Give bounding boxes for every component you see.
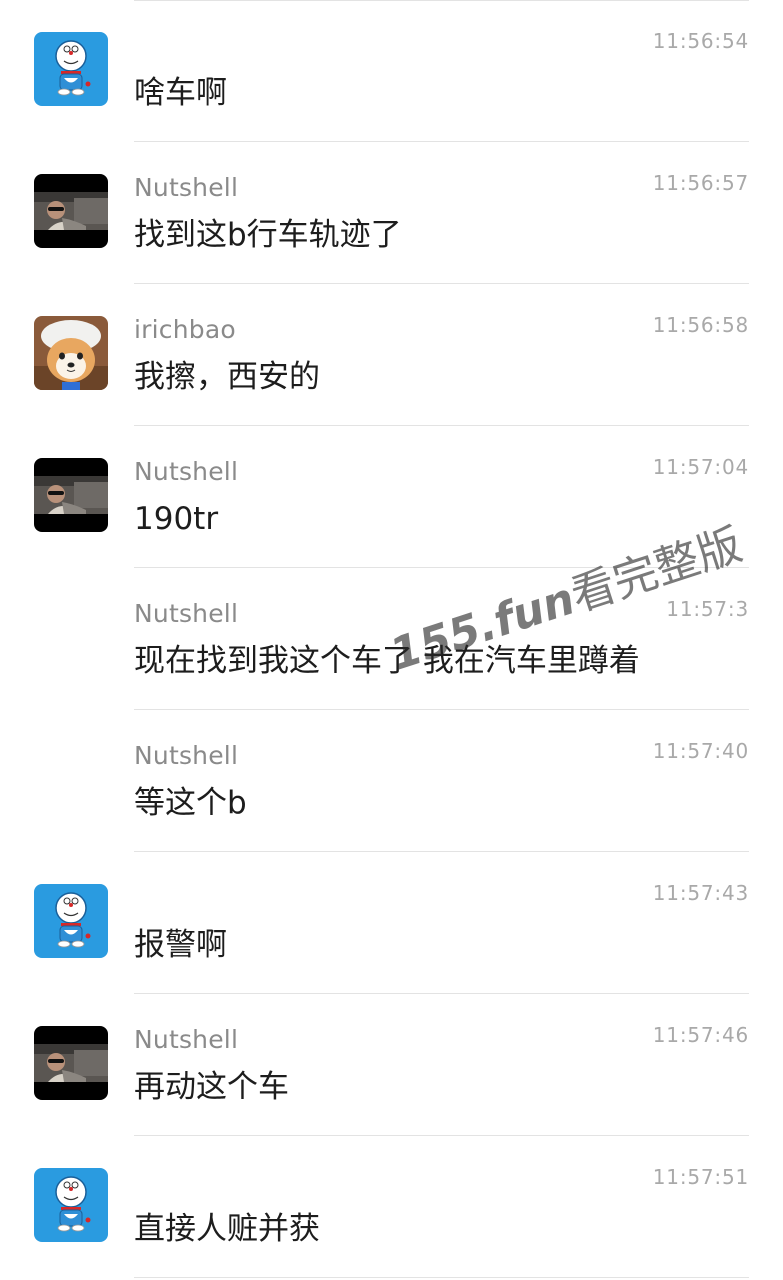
doraemon-avatar[interactable] (34, 884, 108, 958)
message-text: 再动这个车 (134, 1069, 289, 1105)
message-time: 11:57:40 (652, 739, 749, 763)
message-divider (134, 1277, 749, 1278)
message-time: 11:57:43 (652, 881, 749, 905)
doraemon-avatar[interactable] (34, 32, 108, 106)
message-text: 我擦，西安的 (134, 359, 320, 395)
chat-message[interactable]: irichbao 11:56:58 我擦，西安的 (0, 284, 783, 426)
sender-name: Nutshell (134, 1025, 239, 1054)
sunglasses-man-avatar[interactable] (34, 1026, 108, 1100)
chat-message[interactable]: 11:57:43 报警啊 (0, 852, 783, 994)
message-text: 直接人赃并获 (134, 1211, 320, 1247)
message-text: 等这个b (134, 785, 247, 821)
chat-message[interactable]: Nutshell 11:57:40 等这个b (0, 710, 783, 852)
chat-message[interactable]: Nutshell 11:56:57 找到这b行车轨迹了 (0, 142, 783, 284)
message-text: 现在找到我这个车了 我在汽车里蹲着 (134, 643, 640, 679)
message-time: 11:57:04 (652, 455, 749, 479)
message-text: 找到这b行车轨迹了 (134, 217, 402, 253)
message-time: 11:56:54 (652, 29, 749, 53)
message-time: 11:57:3 (666, 597, 749, 621)
chat-message[interactable]: Nutshell 11:57:46 再动这个车 (0, 994, 783, 1136)
message-time: 11:56:58 (652, 313, 749, 337)
sender-name: Nutshell (134, 173, 239, 202)
sender-name: Nutshell (134, 457, 239, 486)
chat-message[interactable]: 11:57:51 直接人赃并获 (0, 1136, 783, 1278)
sender-name: Nutshell (134, 599, 239, 628)
sender-name: Nutshell (134, 741, 239, 770)
message-time: 11:56:57 (652, 171, 749, 195)
message-time: 11:57:51 (652, 1165, 749, 1189)
message-text: 啥车啊 (134, 75, 227, 111)
message-text: 190tr (134, 501, 219, 537)
sunglasses-man-avatar[interactable] (34, 458, 108, 532)
message-time: 11:57:46 (652, 1023, 749, 1047)
chat-message[interactable]: 11:56:54 啥车啊 (0, 0, 783, 142)
sender-name: irichbao (134, 315, 236, 344)
shiba-dog-avatar[interactable] (34, 316, 108, 390)
doraemon-avatar[interactable] (34, 1168, 108, 1242)
message-text: 报警啊 (134, 927, 227, 963)
sunglasses-man-avatar[interactable] (34, 174, 108, 248)
